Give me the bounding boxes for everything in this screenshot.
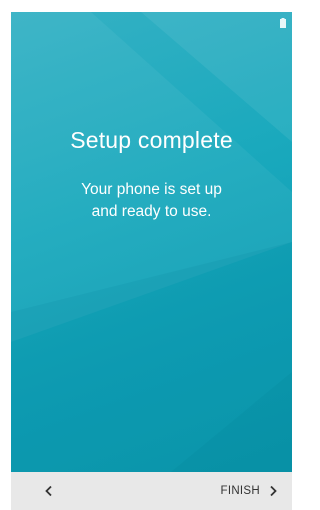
chevron-right-icon: [270, 485, 277, 497]
setup-navigation-bar: FINISH: [11, 472, 292, 510]
finish-button-label: FINISH: [220, 485, 260, 497]
background-shapes: [11, 12, 292, 472]
setup-complete-panel: Setup complete Your phone is set up and …: [11, 12, 292, 472]
back-button[interactable]: [35, 472, 63, 510]
chevron-left-icon: [45, 485, 52, 497]
finish-button[interactable]: FINISH: [221, 472, 279, 510]
battery-icon: [280, 18, 286, 28]
setup-message: Your phone is set up and ready to use.: [81, 181, 222, 220]
page-title: Setup complete: [70, 127, 233, 153]
setup-screen: Setup complete Your phone is set up and …: [0, 0, 301, 510]
